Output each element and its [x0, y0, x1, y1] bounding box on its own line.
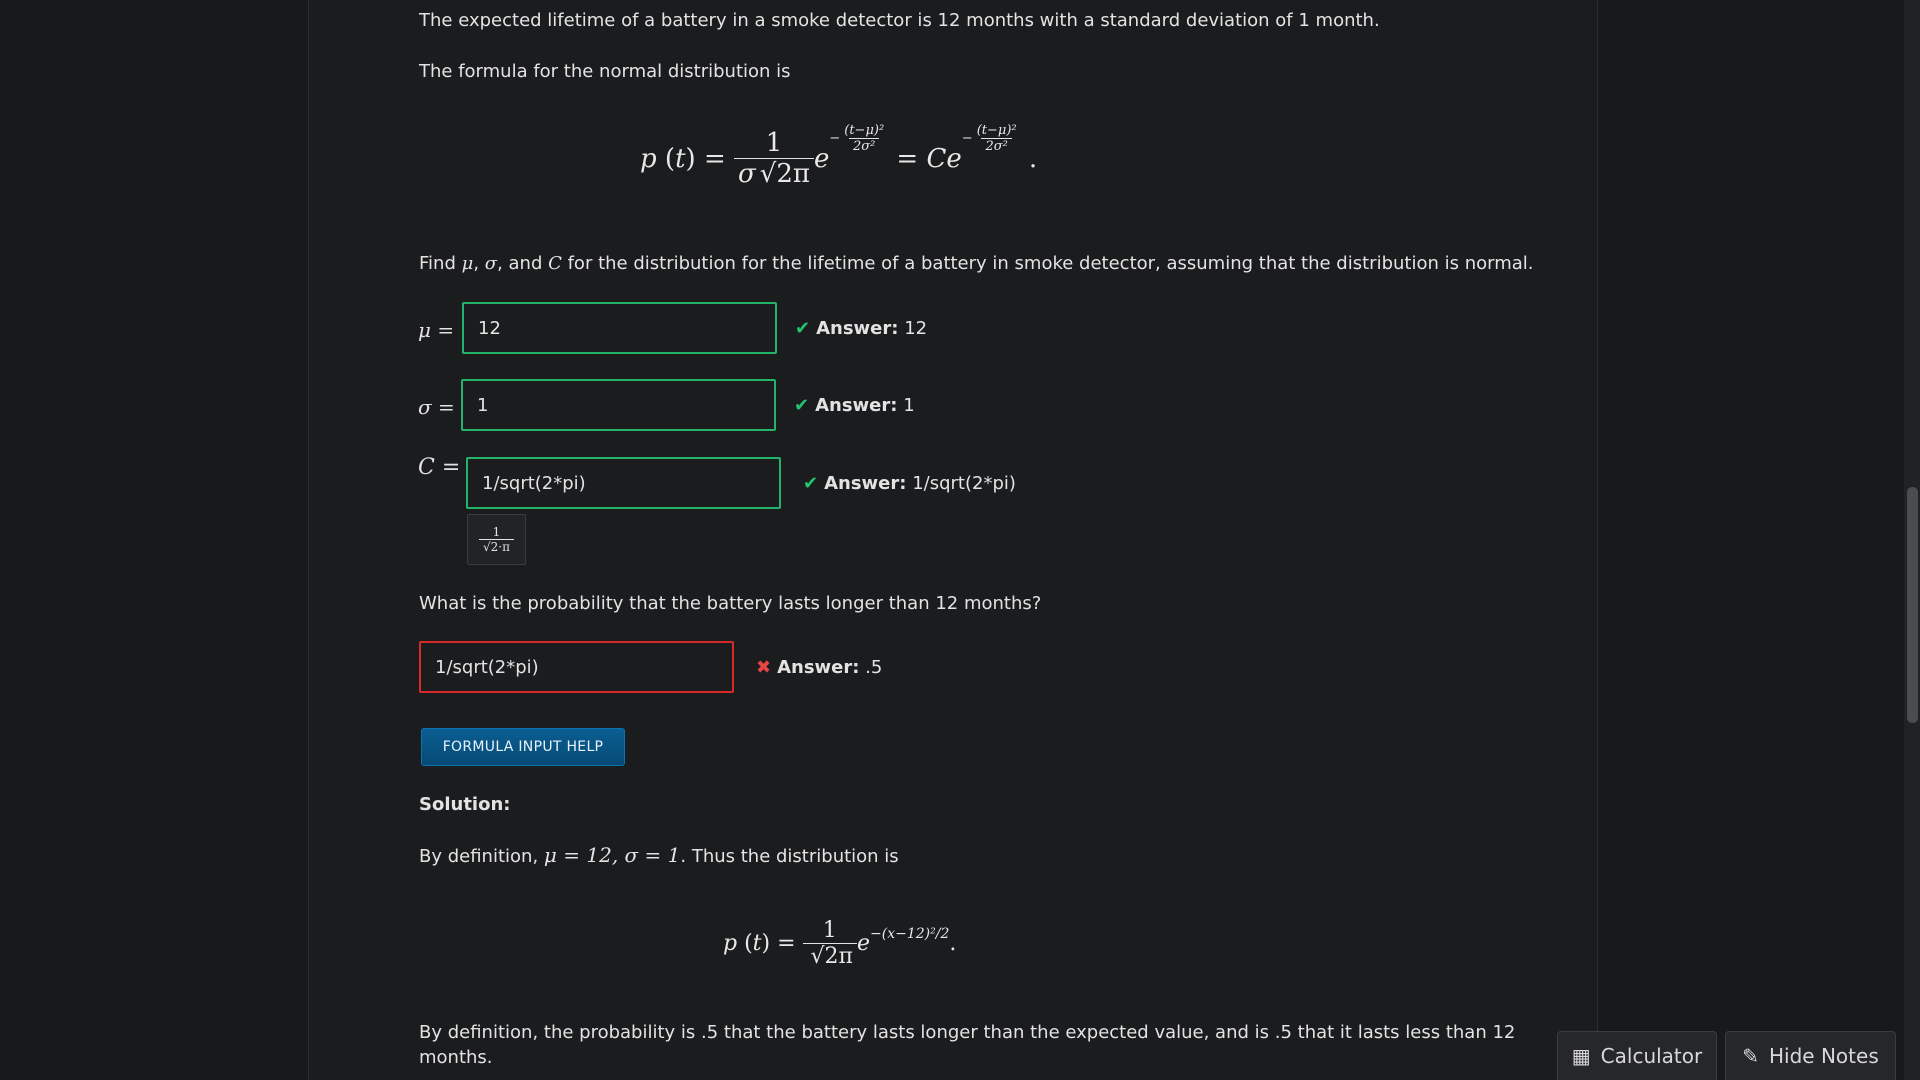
mu-feedback-value: 12 — [904, 318, 928, 339]
probability-feedback-label: Answer: — [777, 657, 860, 678]
cross-icon: ✖ — [756, 657, 772, 678]
solution-conclusion-line2: months. — [419, 1047, 493, 1068]
calculator-button[interactable]: ▦ Calculator — [1557, 1031, 1717, 1080]
solution-formula: p (t) = 1 √2π e −(x−12)²/2. — [723, 918, 957, 969]
sigma-feedback-label: Answer: — [815, 395, 898, 416]
probability-feedback-value: .5 — [865, 657, 883, 678]
probability-question: What is the probability that the battery… — [419, 593, 1042, 614]
formula-intro: The formula for the normal distribution … — [419, 61, 791, 82]
sigma-label: σ = — [418, 395, 455, 419]
find-var-sigma: σ — [484, 253, 498, 274]
find-var-c: C — [548, 253, 562, 274]
solution-definition: By definition, μ = 12, σ = 1. Thus the d… — [419, 843, 899, 869]
c-label: C = — [418, 455, 461, 480]
pencil-icon: ✎ — [1742, 1044, 1760, 1068]
hide-notes-button[interactable]: ✎ Hide Notes — [1725, 1031, 1896, 1080]
find-variables: μ — [461, 253, 474, 274]
probability-feedback: ✖ Answer: .5 — [756, 656, 882, 680]
mu-feedback-label: Answer: — [816, 318, 899, 339]
calculator-label: Calculator — [1600, 1044, 1703, 1068]
solution-conclusion: By definition, the probability is .5 tha… — [419, 1022, 1516, 1043]
check-icon: ✔ — [795, 318, 811, 339]
c-feedback-label: Answer: — [824, 473, 907, 494]
problem-intro: The expected lifetime of a battery in a … — [419, 10, 1380, 31]
definition-suffix: . Thus the distribution is — [680, 846, 899, 867]
check-icon: ✔ — [803, 473, 819, 494]
c-formula-preview: 1 √2·π — [467, 514, 526, 565]
check-icon: ✔ — [794, 395, 810, 416]
find-prefix: Find — [419, 253, 462, 274]
formula-input-help-button[interactable]: FORMULA INPUT HELP — [421, 728, 625, 766]
find-suffix: for the distribution for the lifetime of… — [561, 253, 1534, 274]
sigma-feedback: ✔ Answer: 1 — [794, 394, 915, 418]
c-input[interactable] — [466, 457, 781, 509]
definition-prefix: By definition, — [419, 846, 544, 867]
c-feedback-value: 1/sqrt(2*pi) — [912, 473, 1016, 494]
mu-input[interactable] — [462, 302, 777, 354]
normal-distribution-formula: p (t) = 1 σ √2π e − (t−μ)² 2σ² = Ce − (t−μ)² 2σ²… — [640, 123, 1038, 189]
probability-input[interactable] — [419, 641, 734, 693]
find-instruction: Find μ, σ, and C for the distribution fo… — [419, 253, 1534, 274]
sigma-feedback-value: 1 — [903, 395, 915, 416]
hide-notes-label: Hide Notes — [1769, 1044, 1879, 1068]
definition-math: μ = 12, σ = 1 — [543, 843, 681, 867]
sigma-input[interactable] — [461, 379, 776, 431]
c-feedback: ✔ Answer: 1/sqrt(2*pi) — [803, 472, 1016, 496]
mu-label: μ = — [418, 318, 455, 342]
calculator-icon: ▦ — [1571, 1044, 1591, 1068]
solution-heading: Solution: — [419, 794, 511, 815]
mu-feedback: ✔ Answer: 12 — [795, 317, 927, 341]
scrollbar-thumb[interactable] — [1907, 487, 1918, 723]
